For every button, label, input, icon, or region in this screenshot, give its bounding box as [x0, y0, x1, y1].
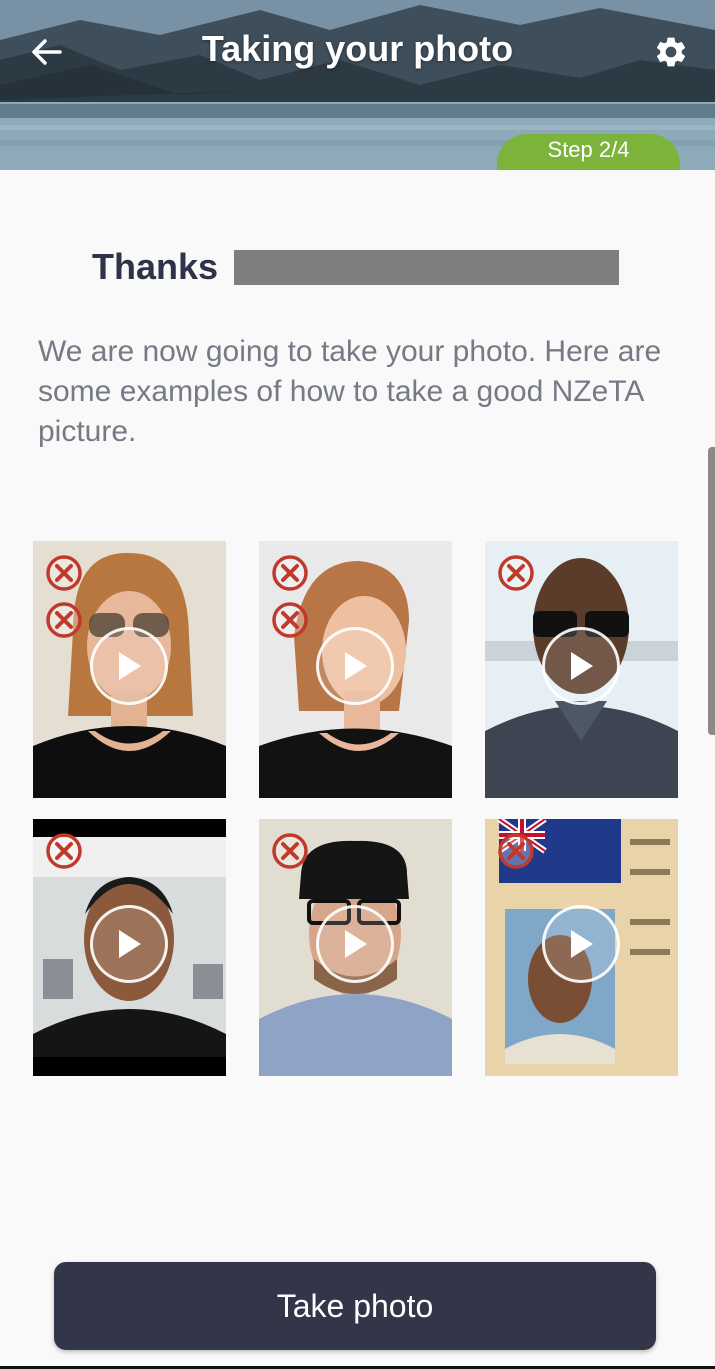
play-icon — [119, 652, 141, 680]
redacted-name — [234, 249, 620, 285]
step-badge: Step 2/4 — [497, 134, 680, 170]
play-icon — [119, 930, 141, 958]
take-photo-button[interactable]: Take photo — [54, 1262, 656, 1350]
error-x-icon — [272, 833, 308, 869]
example-office-background[interactable] — [33, 819, 226, 1076]
error-x-icon — [272, 602, 308, 638]
error-x-icon — [46, 833, 82, 869]
play-icon — [571, 930, 593, 958]
thanks-word: Thanks — [92, 246, 219, 287]
thanks-line: Thanks — [92, 246, 620, 288]
gear-icon — [656, 37, 686, 67]
error-x-icon — [272, 555, 308, 591]
play-icon — [345, 930, 367, 958]
page-title: Taking your photo — [201, 28, 514, 69]
example-side-profile[interactable] — [259, 541, 452, 798]
error-x-icon — [498, 833, 534, 869]
example-id-card-photo[interactable] — [485, 819, 678, 1076]
play-button[interactable] — [542, 627, 620, 705]
example-dark-background[interactable] — [485, 541, 678, 798]
play-button[interactable] — [316, 627, 394, 705]
play-icon — [345, 652, 367, 680]
play-button[interactable] — [542, 905, 620, 983]
scrollbar-handle[interactable] — [708, 447, 715, 735]
play-button[interactable] — [316, 905, 394, 983]
settings-button[interactable] — [649, 30, 693, 74]
example-sunglasses[interactable] — [33, 541, 226, 798]
play-button[interactable] — [90, 627, 168, 705]
play-button[interactable] — [90, 905, 168, 983]
example-hat[interactable] — [259, 819, 452, 1076]
intro-text: We are now going to take your photo. Her… — [38, 335, 662, 448]
error-x-icon — [46, 602, 82, 638]
header-banner: Taking your photo Step 2/4 — [0, 0, 715, 170]
play-icon — [571, 652, 593, 680]
error-x-icon — [46, 555, 82, 591]
error-x-icon — [498, 555, 534, 591]
